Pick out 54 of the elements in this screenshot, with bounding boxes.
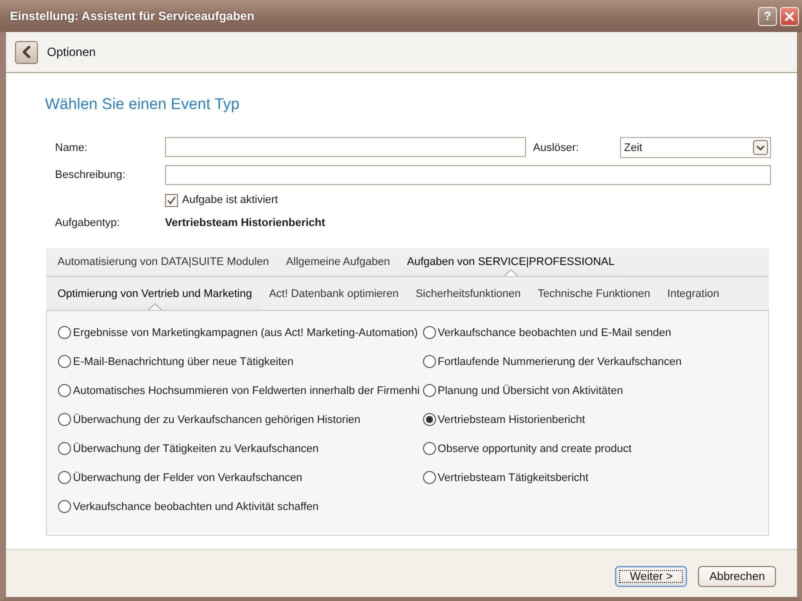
radio-button[interactable] — [422, 413, 436, 426]
radio-button[interactable] — [422, 442, 436, 455]
option-label[interactable]: Automatisches Hochsummieren von Feldwerten innerhalb der Firmenhi — [73, 384, 420, 396]
option-label[interactable]: Ergebnisse von Marketingkampagnen (aus Act! Marketing-Automation) — [73, 326, 418, 338]
section-heading: Wählen Sie einen Event Typ — [45, 95, 240, 115]
category-tab[interactable]: Allgemeine Aufgaben — [278, 248, 399, 276]
radio-button[interactable] — [58, 471, 71, 484]
field-label: Name: — [55, 142, 88, 154]
option-label[interactable]: Observe opportunity and create product — [438, 442, 632, 454]
radio-button[interactable] — [58, 384, 71, 397]
chevron-left-icon — [22, 46, 31, 58]
subcategory-tab[interactable]: Sicherheitsfunktionen — [407, 277, 530, 310]
radio-button[interactable] — [422, 384, 436, 397]
checkbox[interactable] — [165, 194, 178, 206]
field-label: Auslöser: — [532, 142, 580, 154]
caret-icon — [753, 140, 768, 155]
radio-button[interactable] — [58, 355, 71, 368]
name-field[interactable] — [165, 137, 526, 157]
option-label[interactable]: Überwachung der Tätigkeiten zu Verkaufschancen — [73, 442, 319, 454]
radio-button[interactable] — [58, 442, 71, 455]
option-label[interactable]: Vertriebsteam Tätigkeitsbericht — [438, 472, 588, 484]
close-button[interactable] — [780, 6, 799, 26]
option-label[interactable]: Vertriebsteam Historienbericht — [438, 414, 585, 426]
subcategory-tab[interactable]: Integration — [658, 277, 728, 310]
option-label[interactable]: E-Mail-Benachrichtung über neue Tätigkeiten — [73, 356, 294, 368]
task-type-value: Vertriebsteam Historienbericht — [165, 217, 326, 229]
category-tab[interactable]: Automatisierung von DATA|SUITE Modulen — [49, 248, 278, 276]
description-field[interactable] — [165, 165, 771, 185]
field-label: Aufgabentyp: — [55, 217, 121, 229]
cancel-button[interactable]: Abbrechen — [698, 566, 776, 587]
option-label[interactable]: Überwachung der zu Verkaufschancen gehörigen Historien — [73, 414, 360, 426]
radio-button[interactable] — [58, 413, 71, 426]
field-label: Beschreibung: — [55, 169, 126, 181]
radio-button[interactable] — [58, 500, 71, 513]
back-button[interactable] — [15, 40, 38, 64]
next-button[interactable]: Weiter > — [615, 566, 688, 587]
option-label[interactable]: Verkaufschance beobachten und Aktivität schaffen — [73, 500, 319, 512]
option-label[interactable]: Verkaufschance beobachten und E-Mail senden — [438, 326, 672, 338]
notch-icon — [504, 269, 518, 276]
subcategory-tab[interactable]: Technische Funktionen — [529, 277, 659, 310]
option-label[interactable]: Überwachung der Felder von Verkaufschancen — [73, 472, 302, 484]
option-label[interactable]: Planung und Übersicht von Aktivitäten — [438, 384, 623, 396]
subcategory-tab[interactable]: Act! Datenbank optimieren — [260, 277, 408, 310]
radio-button[interactable] — [422, 471, 436, 484]
checkbox-label[interactable]: Aufgabe ist aktiviert — [182, 194, 278, 206]
close-icon — [785, 12, 794, 20]
check-icon — [167, 196, 176, 204]
window-title: Einstellung: Assistent für Serviceaufgaben — [10, 9, 254, 23]
radio-button[interactable] — [58, 326, 71, 339]
trigger-dropdown[interactable]: Zeit — [620, 137, 771, 158]
radio-button[interactable] — [422, 355, 436, 368]
page-title: Optionen — [47, 45, 96, 59]
radio-button[interactable] — [422, 326, 436, 339]
option-label[interactable]: Fortlaufende Nummerierung der Verkaufschancen — [438, 356, 682, 368]
